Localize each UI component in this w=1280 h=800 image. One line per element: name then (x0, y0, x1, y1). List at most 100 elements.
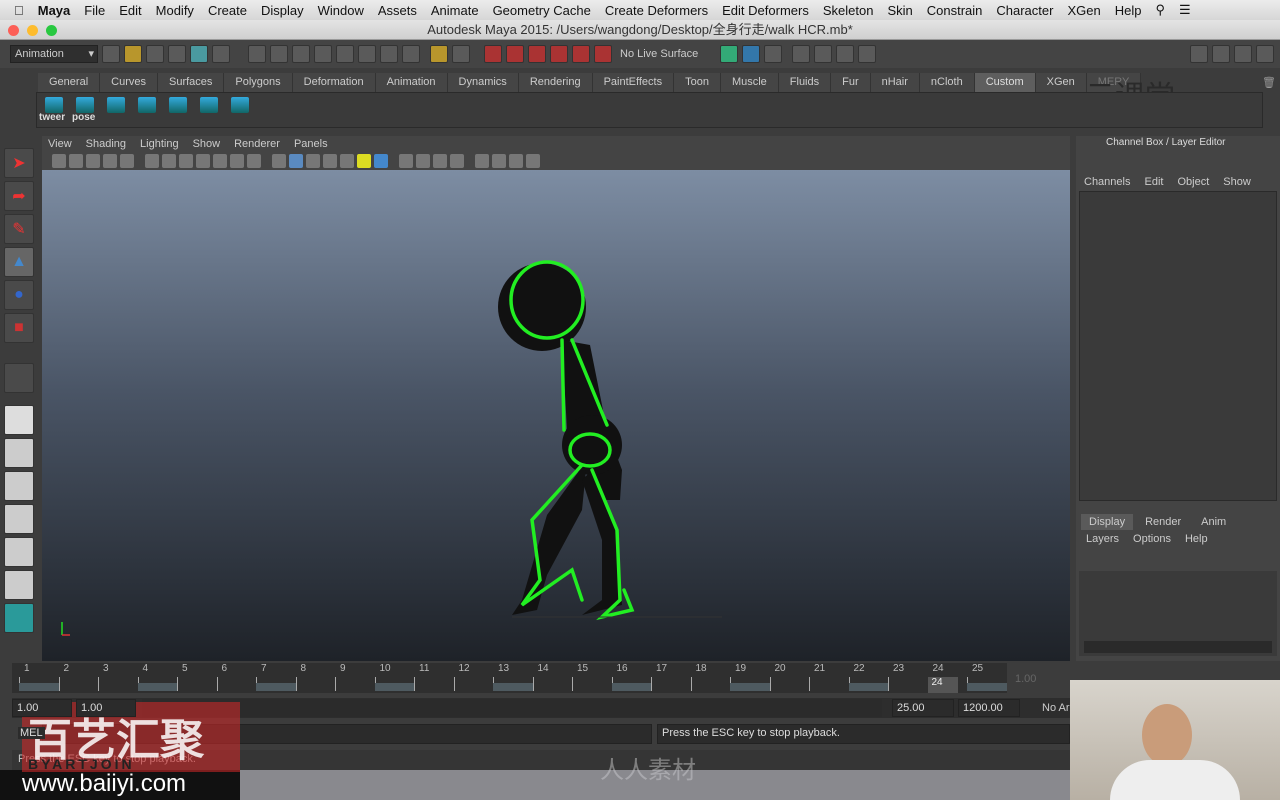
menu-modify[interactable]: Modify (149, 3, 201, 18)
save-scene-icon[interactable] (146, 45, 164, 63)
live-surface-icon[interactable] (594, 45, 612, 63)
ipr-render-icon[interactable] (836, 45, 854, 63)
snap-object-icon[interactable] (380, 45, 398, 63)
anim-layer-dropdown[interactable]: No Ar (1042, 702, 1070, 714)
shelf-tab-xgen[interactable]: XGen (1035, 73, 1087, 93)
hypershade-layout-icon[interactable] (4, 537, 34, 567)
shadows-icon[interactable] (374, 154, 388, 168)
persp-graph-layout-icon[interactable] (4, 504, 34, 534)
four-view-layout-icon[interactable] (4, 438, 34, 468)
shelf-pose-icon[interactable] (76, 97, 94, 113)
menu-edit-deformers[interactable]: Edit Deformers (715, 3, 816, 18)
depth-of-field-icon[interactable] (450, 154, 464, 168)
current-time-field[interactable]: 1.00 (1015, 673, 1036, 685)
channel-menu-show[interactable]: Show (1223, 176, 1251, 188)
field-chart-icon[interactable] (213, 154, 227, 168)
layer-tab-display[interactable]: Display (1081, 514, 1134, 530)
safe-action-icon[interactable] (230, 154, 244, 168)
bookmark-icon[interactable] (86, 154, 100, 168)
panel-menu-panels[interactable]: Panels (294, 138, 328, 150)
safe-title-icon[interactable] (247, 154, 261, 168)
shelf-tween-icon[interactable] (45, 97, 63, 113)
snap-point-icon[interactable] (292, 45, 310, 63)
menu-display[interactable]: Display (254, 3, 311, 18)
panel-menu-lighting[interactable]: Lighting (140, 138, 179, 150)
current-frame-marker[interactable]: 24 (927, 677, 958, 693)
perspective-viewport[interactable] (42, 170, 1070, 661)
shelf-script-icon[interactable] (231, 97, 249, 113)
motion-blur-icon[interactable] (416, 154, 430, 168)
menu-character[interactable]: Character (989, 3, 1060, 18)
select-hierarchy-icon[interactable] (168, 45, 186, 63)
tool-settings-icon[interactable] (1234, 45, 1252, 63)
new-scene-icon[interactable] (102, 45, 120, 63)
channel-menu-channels[interactable]: Channels (1084, 176, 1130, 188)
shelf-tab-custom[interactable]: Custom (974, 73, 1036, 93)
ambient-occlusion-icon[interactable] (399, 154, 413, 168)
layer-tab-render[interactable]: Render (1133, 514, 1193, 530)
panel-menu-show[interactable]: Show (193, 138, 221, 150)
search-icon[interactable]: ⚲ (1148, 2, 1172, 18)
wireframe-icon[interactable] (272, 154, 286, 168)
magnet-point-icon[interactable] (528, 45, 546, 63)
playback-start-field[interactable]: 1.00 (76, 699, 136, 717)
resolution-gate-icon[interactable] (179, 154, 193, 168)
menu-assets[interactable]: Assets (371, 3, 424, 18)
shelf-tab-rendering[interactable]: Rendering (518, 73, 593, 93)
shelf-tab-fur[interactable]: Fur (831, 73, 871, 93)
mel-label[interactable]: MEL (18, 727, 45, 739)
snap-grid-icon[interactable] (248, 45, 266, 63)
attribute-editor-icon[interactable] (1212, 45, 1230, 63)
shelf-tab-fluids[interactable]: Fluids (778, 73, 832, 93)
render-frame-icon[interactable] (814, 45, 832, 63)
live-surface-label[interactable]: No Live Surface (616, 48, 716, 60)
gate-mask-icon[interactable] (196, 154, 210, 168)
xray-icon[interactable] (492, 154, 506, 168)
panel-menu-shading[interactable]: Shading (86, 138, 126, 150)
menu-window[interactable]: Window (311, 3, 371, 18)
channel-list[interactable] (1079, 191, 1277, 501)
modeling-toolkit-icon[interactable] (1190, 45, 1208, 63)
magnet-icon[interactable] (484, 45, 502, 63)
shelf-tab-toon[interactable]: Toon (674, 73, 721, 93)
menu-skeleton[interactable]: Skeleton (816, 3, 881, 18)
playback-end-field[interactable]: 25.00 (892, 699, 954, 717)
rotate-tool-icon[interactable]: ● (4, 280, 34, 310)
multisample-icon[interactable] (433, 154, 447, 168)
menu-animate[interactable]: Animate (424, 3, 486, 18)
paint-select-tool-icon[interactable]: ✎ (4, 214, 34, 244)
snap-vertex-icon[interactable] (358, 45, 376, 63)
shelf-tab-curves[interactable]: Curves (100, 73, 158, 93)
camera-select-icon[interactable] (52, 154, 66, 168)
checker-icon[interactable] (340, 154, 354, 168)
shelf-tab-deformation[interactable]: Deformation (292, 73, 376, 93)
menu-edit[interactable]: Edit (112, 3, 148, 18)
layer-menu-help[interactable]: Help (1185, 533, 1208, 545)
magnet-view-icon[interactable] (550, 45, 568, 63)
wireframe-on-shaded-icon[interactable] (306, 154, 320, 168)
persp-outliner-layout-icon[interactable] (4, 471, 34, 501)
channel-menu-object[interactable]: Object (1177, 176, 1209, 188)
shelf-tab-ncloth[interactable]: nCloth (919, 73, 975, 93)
start-time-field[interactable]: 1.00 (12, 699, 72, 717)
xray-joints-icon[interactable] (509, 154, 523, 168)
shelf-tab-nhair[interactable]: nHair (870, 73, 920, 93)
shelf-tab-painteffects[interactable]: PaintEffects (592, 73, 675, 93)
grease-pencil-icon[interactable] (120, 154, 134, 168)
shelf-script-icon[interactable] (200, 97, 218, 113)
select-component-icon[interactable] (212, 45, 230, 63)
select-tool-icon[interactable]: ➤ (4, 148, 34, 178)
lasso-tool-icon[interactable]: ➦ (4, 181, 34, 211)
layer-tab-anim[interactable]: Anim (1193, 514, 1234, 530)
render-view-icon[interactable] (792, 45, 810, 63)
magnet-surface-icon[interactable] (572, 45, 590, 63)
camera-attributes-icon[interactable] (69, 154, 83, 168)
lights-icon[interactable] (357, 154, 371, 168)
construction-history-icon[interactable] (764, 45, 782, 63)
snap-plane-icon[interactable] (314, 45, 332, 63)
magnet-curve-icon[interactable] (506, 45, 524, 63)
move-tool-icon[interactable]: ▲ (4, 247, 34, 277)
shelf-script-icon[interactable] (138, 97, 156, 113)
snap-surface-icon[interactable] (336, 45, 354, 63)
menu-skin[interactable]: Skin (880, 3, 919, 18)
